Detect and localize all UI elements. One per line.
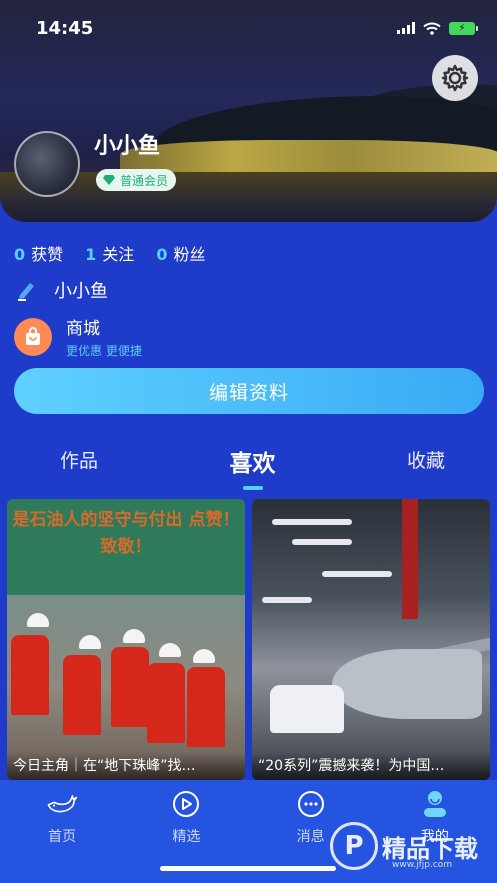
stat-following[interactable]: 1 关注 bbox=[85, 241, 134, 265]
mall-subtitle: 更优惠 更便捷 bbox=[66, 344, 142, 358]
nav-label: 首页 bbox=[48, 829, 77, 845]
video-card[interactable]: “20系列”震撼来袭！为中国… bbox=[252, 499, 490, 780]
user-icon bbox=[419, 788, 451, 820]
tab-label: 喜欢 bbox=[229, 451, 276, 477]
whale-icon bbox=[46, 788, 78, 820]
status-icons: ⚡ bbox=[397, 21, 478, 35]
wifi-icon bbox=[423, 22, 441, 35]
watermark-url: www.jfjp.com bbox=[392, 860, 453, 870]
gear-icon bbox=[441, 64, 469, 92]
content-tabs: 作品 喜欢 收藏 bbox=[0, 446, 497, 492]
status-bar: 14:45 ⚡ bbox=[0, 0, 497, 56]
video-title: 今日主角｜在“地下珠峰”找… bbox=[7, 752, 245, 780]
stat-count: 1 bbox=[85, 245, 97, 264]
play-icon bbox=[170, 788, 202, 820]
nav-label: 消息 bbox=[296, 829, 325, 845]
watermark-logo-icon: P bbox=[330, 822, 378, 870]
mall-title: 商城 bbox=[66, 319, 100, 339]
video-card[interactable]: 是石油人的坚守与付出 点赞！致敬！ 今日主角｜在“地下珠峰”找… bbox=[7, 499, 245, 780]
username: 小小鱼 bbox=[94, 134, 161, 159]
home-indicator bbox=[160, 866, 336, 871]
nav-label: 精选 bbox=[172, 829, 201, 845]
edit-profile-button[interactable]: 编辑资料 bbox=[14, 368, 484, 414]
shoreline-lights bbox=[120, 140, 497, 176]
tab-favorites[interactable]: 收藏 bbox=[407, 446, 445, 492]
liked-videos-grid: 是石油人的坚守与付出 点赞！致敬！ 今日主角｜在“地下珠峰”找… “20系列”震 bbox=[7, 499, 491, 780]
nav-home[interactable]: 首页 bbox=[17, 788, 107, 883]
nickname-row[interactable]: 小小鱼 bbox=[16, 277, 108, 303]
tab-likes[interactable]: 喜欢 bbox=[230, 444, 276, 492]
video-title: “20系列”震撼来袭！为中国… bbox=[252, 752, 490, 780]
tab-label: 作品 bbox=[60, 450, 99, 472]
chat-icon bbox=[295, 788, 327, 820]
tab-works[interactable]: 作品 bbox=[60, 446, 98, 492]
member-badge-label: 普通会员 bbox=[120, 173, 169, 188]
signal-icon bbox=[397, 22, 415, 34]
stat-label: 粉丝 bbox=[173, 245, 206, 264]
video-thumbnail-banner: 是石油人的坚守与付出 点赞！致敬！ bbox=[7, 499, 245, 595]
shopping-bag-icon bbox=[14, 317, 52, 356]
stat-followers[interactable]: 0 粉丝 bbox=[156, 241, 205, 265]
video-thumbnail bbox=[252, 499, 490, 780]
stat-likes[interactable]: 0 获赞 bbox=[14, 241, 63, 265]
stat-label: 获赞 bbox=[31, 245, 64, 264]
active-tab-indicator bbox=[242, 486, 263, 490]
profile-stats: 0 获赞 1 关注 0 粉丝 bbox=[14, 241, 205, 265]
tab-label: 收藏 bbox=[406, 450, 445, 472]
stat-count: 0 bbox=[14, 245, 26, 264]
mall-text: 商城 更优惠 更便捷 bbox=[66, 314, 142, 359]
status-time: 14:45 bbox=[36, 17, 94, 39]
member-badge[interactable]: 普通会员 bbox=[96, 169, 177, 191]
watermark-title: 精品下载 bbox=[382, 834, 478, 863]
settings-button[interactable] bbox=[432, 55, 478, 101]
nickname-label: 小小鱼 bbox=[54, 281, 108, 302]
pen-icon bbox=[18, 283, 34, 301]
stat-count: 0 bbox=[156, 245, 168, 264]
battery-icon: ⚡ bbox=[449, 21, 478, 35]
diamond-icon bbox=[103, 175, 115, 185]
stat-label: 关注 bbox=[102, 245, 135, 264]
mall-entry[interactable]: 商城 更优惠 更便捷 bbox=[14, 314, 142, 359]
avatar[interactable] bbox=[14, 131, 80, 197]
